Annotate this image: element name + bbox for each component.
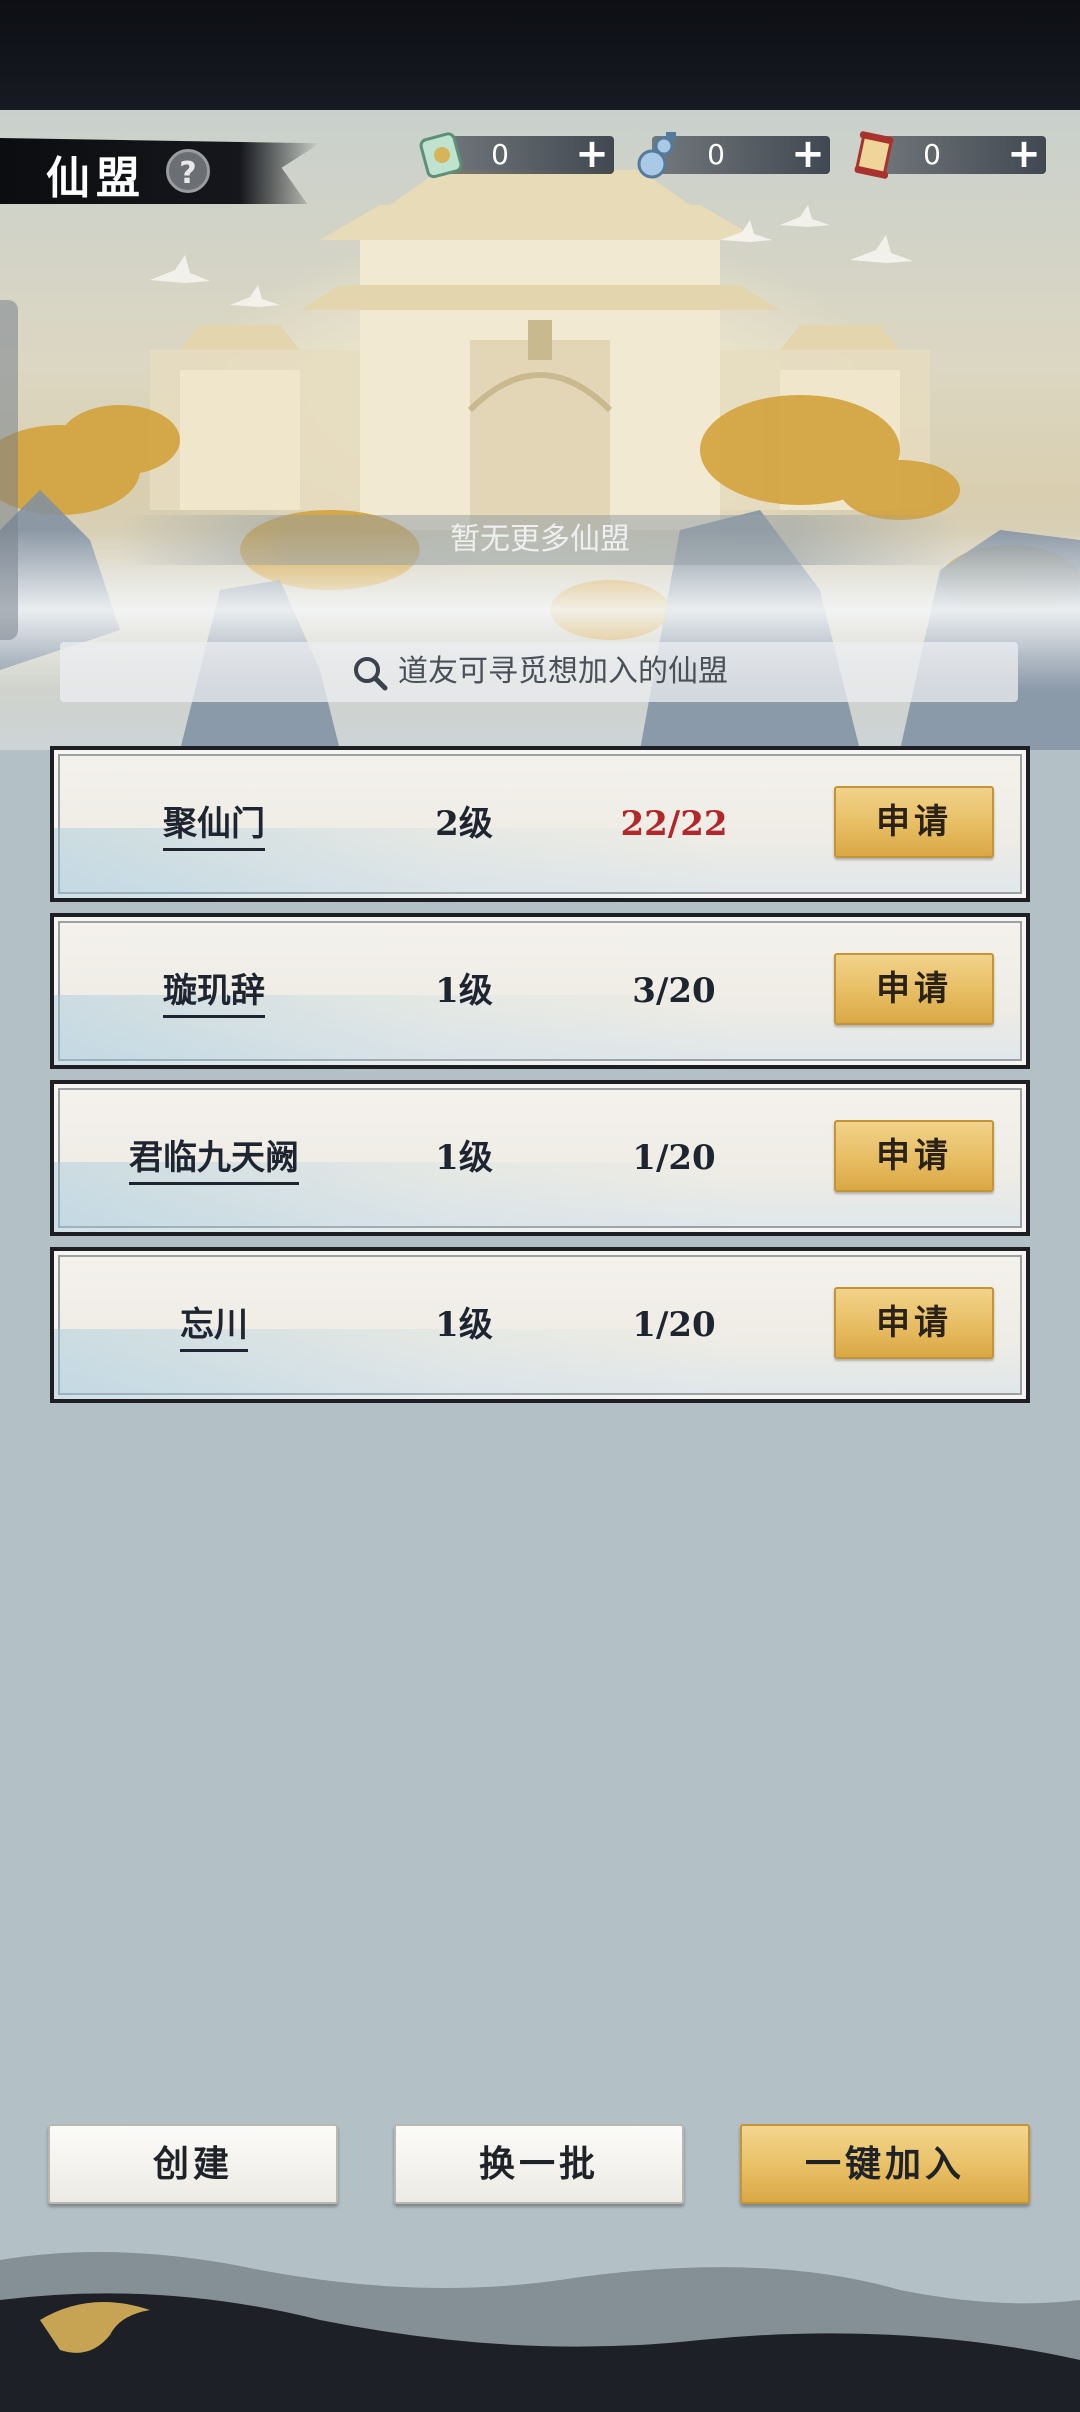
resource-gourd: 0 + — [634, 132, 830, 179]
guild-level: 1级 — [435, 1305, 493, 1345]
guild-name[interactable]: 君临九天阙 — [94, 1084, 334, 1232]
guild-members: 1/20 — [632, 1305, 716, 1345]
apply-button[interactable]: 申请 — [834, 786, 994, 858]
guild-level: 1级 — [435, 1138, 493, 1178]
resource-scroll: 0 + — [850, 131, 1046, 179]
resource-value: 0 — [923, 138, 941, 171]
apply-button[interactable]: 申请 — [834, 1120, 994, 1192]
scroll-icon — [854, 131, 894, 179]
guild-name-text: 聚仙门 — [163, 804, 265, 851]
guild-row: 璇玑辞 1级 3/20 申请 — [50, 913, 1030, 1069]
guild-level: 1级 — [435, 971, 493, 1011]
guild-name-text: 忘川 — [180, 1305, 248, 1352]
bottom-ink-mountains — [0, 2252, 1080, 2412]
add-scroll-button[interactable]: + — [1004, 134, 1044, 174]
resource-value: 0 — [491, 138, 509, 171]
guild-search-input[interactable]: 道友可寻觅想加入的仙盟 — [60, 642, 1018, 702]
search-placeholder: 道友可寻觅想加入的仙盟 — [398, 654, 728, 689]
guild-row: 忘川 1级 1/20 申请 — [50, 1247, 1030, 1403]
guild-name[interactable]: 忘川 — [94, 1251, 334, 1399]
guild-level: 2级 — [435, 804, 493, 844]
side-drawer-handle[interactable] — [0, 300, 18, 640]
gourd-bottle-icon — [637, 132, 676, 179]
quick-join-button[interactable]: 一键加入 — [740, 2124, 1030, 2204]
page-title: 仙盟 — [46, 153, 146, 204]
guild-row: 聚仙门 2级 22/22 申请 — [50, 746, 1030, 902]
guild-name-text: 君临九天阙 — [129, 1138, 299, 1185]
add-gourd-button[interactable]: + — [788, 134, 828, 174]
no-more-guilds-notice: 暂无更多仙盟 — [120, 515, 960, 565]
apply-button[interactable]: 申请 — [834, 953, 994, 1025]
guild-members: 1/20 — [632, 1138, 716, 1178]
guild-name[interactable]: 聚仙门 — [94, 750, 334, 898]
top-status-area — [0, 0, 1080, 110]
create-guild-button[interactable]: 创建 — [48, 2124, 338, 2204]
jade-token-icon — [419, 132, 463, 179]
add-jade-button[interactable]: + — [572, 134, 612, 174]
resource-jade: 0 + — [418, 132, 614, 179]
resource-value: 0 — [707, 138, 725, 171]
guild-members: 22/22 — [620, 804, 728, 844]
help-button[interactable]: ? — [166, 149, 210, 193]
search-icon — [354, 657, 388, 691]
apply-button[interactable]: 申请 — [834, 1287, 994, 1359]
guild-members: 3/20 — [632, 971, 716, 1011]
guild-name[interactable]: 璇玑辞 — [94, 917, 334, 1065]
guild-row: 君临九天阙 1级 1/20 申请 — [50, 1080, 1030, 1236]
guild-name-text: 璇玑辞 — [163, 971, 265, 1018]
refresh-list-button[interactable]: 换一批 — [394, 2124, 684, 2204]
